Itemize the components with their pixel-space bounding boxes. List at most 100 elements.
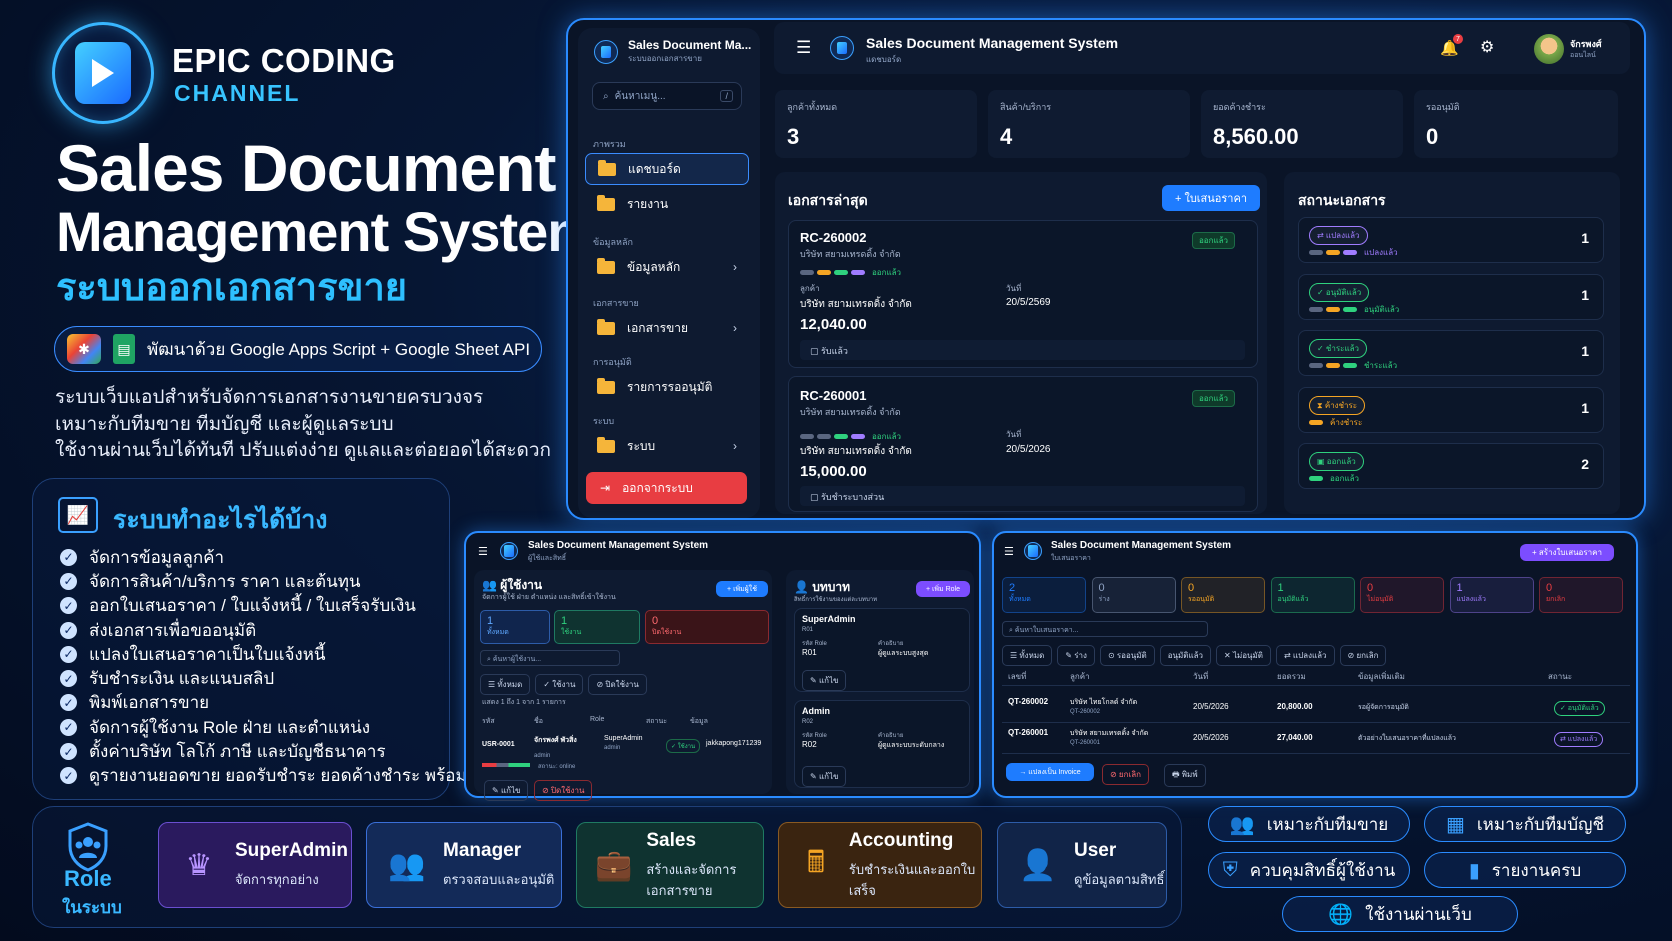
bar-chart-icon: ▮ [1468,859,1480,882]
table-row[interactable]: QT-260002 QT-260002 บริษัท ไทยโกลด์ จำกัด 2… [1002,693,1630,723]
role-desc: ผู้ดูแลระบบสูงสุด [878,650,929,657]
logout-button[interactable]: ⇥ ออกจากระบบ [586,472,747,504]
users-total-box: 1 ทั้งหมด [480,610,550,644]
doc-status-title: สถานะเอกสาร [1298,192,1386,208]
sidebar-item-master[interactable]: ข้อมูลหลัก › [585,251,749,283]
quotation-count-box[interactable]: 0 รออนุมัติ [1181,577,1265,613]
sidebar-item-report[interactable]: รายงาน [585,188,749,220]
folder-icon [598,159,616,176]
sidebar-item-system[interactable]: ระบบ › [585,430,749,462]
status-row[interactable]: ▣ ออกแล้ว ออกแล้ว 2 [1298,443,1604,489]
status-row[interactable]: ⧗ ค้างชำระ ค้างชำระ 1 [1298,386,1604,433]
sidebar-item-approve[interactable]: รายการรออนุมัติ [585,371,749,403]
add-quotation-button[interactable]: + ใบเสนอราคา [1162,185,1260,211]
status-badge: ⇄ แปลงแล้ว [1554,732,1604,747]
edit-user-button[interactable]: ✎ แก้ไข [484,780,529,801]
quotation-count-box[interactable]: 0 ไม่อนุมัติ [1360,577,1444,613]
cell-info: รอผู้จัดการอนุมัติ [1358,704,1409,711]
quotation-count-box[interactable]: 1 อนุมัติแล้ว [1270,577,1355,613]
check-icon: ✓ [60,572,77,590]
roles-desc: สิทธิ์การใช้งานของแต่ละบทบาท [794,597,878,603]
check-icon: ✓ [60,767,77,785]
tech-text: พัฒนาด้วย Google Apps Script + Google Sh… [147,339,531,359]
quotation-count-box[interactable]: 1 แปลงแล้ว [1449,577,1534,613]
edit-role-button[interactable]: ✎ แก้ไข [802,766,847,787]
status-row[interactable]: ⇄ แปลงแล้ว แปลงแล้ว 1 [1298,217,1604,263]
hero-title-line1: Sales Document [56,131,556,205]
table-row[interactable]: QT-260001 QT-260001 บริษัท สยามเทรดดิ้ง จำ… [1002,724,1630,754]
print-button[interactable]: 🖶 พิมพ์ [1164,764,1206,787]
filter-active[interactable]: ✓ ใช้งาน [535,674,584,695]
feature-item: ✓ รับชำระเงิน และแนบสลิป [60,666,508,690]
cell-sub: QT-260002 [1070,709,1101,715]
edit-role-button[interactable]: ✎ แก้ไข [802,670,847,691]
search-icon: ⌕ [603,90,609,102]
sidebar-item-dashboard[interactable]: แดชบอร์ด [585,153,749,185]
quotations-table-header: เลขที่ ลูกค้า วันที่ ยอดรวม ข้อมูลเพิ่มเติมส… [1002,668,1630,686]
quotation-count-box[interactable]: 2 ทั้งหมด [1002,577,1086,613]
box-count: 2 [1009,582,1016,594]
status-count: 1 [1581,230,1589,246]
users-table-header: รหัส ชื่อ Role สถานะ ข้อมูล [482,716,708,725]
feature-item: ✓ แปลงใบเสนอราคาเป็นใบแจ้งหนี้ [60,642,508,666]
pill-sales-team: 👥 เหมาะกับทีมขาย [1208,806,1410,842]
status-row[interactable]: ✓ ชำระแล้ว ชำระแล้ว 1 [1298,330,1604,376]
role-card-sales: 💼 Sales สร้างและจัดการเอกสารขาย [576,822,764,908]
stat-card-outstanding: ยอดค้างชำระ 8,560.00 [1201,90,1403,158]
role-name: Admin [802,706,830,716]
filter-chip[interactable]: ⇄ แปลงแล้ว [1276,645,1335,666]
add-role-button[interactable]: + เพิ่ม Role [916,581,970,597]
quotation-count-box[interactable]: 0 ยกเลิก [1539,577,1623,613]
apps-script-icon: ✱ [67,334,101,364]
user-search-input[interactable]: ⌕ ค้นหาผู้ใช้งาน... [480,650,620,666]
status-sub: ออกแล้ว [1330,474,1360,483]
convert-invoice-button[interactable]: → แปลงเป็น Invoice [1006,763,1094,781]
avatar[interactable] [1534,34,1564,64]
filter-chip[interactable]: ☰ ทั้งหมด [1002,645,1053,666]
check-icon: ✓ [60,548,77,566]
menu-icon[interactable]: ☰ [796,38,811,58]
users-desc: จัดการผู้ใช้ ฝ่าย ตำแหน่ง และสิทธิ์เข้าใ… [482,594,616,601]
box-label: รออนุมัติ [1188,596,1215,603]
cell-date: 20/5/2026 [1193,733,1229,742]
menu-icon[interactable]: ☰ [1004,545,1014,558]
cell-sub: QT-260001 [1070,740,1101,746]
filter-chip[interactable]: ⊙ รออนุมัติ [1099,645,1155,666]
status-row[interactable]: ✓ อนุมัติแล้ว อนุมัติแล้ว 1 [1298,273,1604,320]
filter-chip[interactable]: ✎ ร่าง [1057,645,1095,666]
filter-chip[interactable]: ⊘ ยกเลิก [1339,645,1387,666]
quotation-count-box[interactable]: 0 ร่าง [1091,577,1176,613]
channel-logo [52,22,154,124]
sidebar-search-input[interactable]: ⌕ ค้นหาเมนู... / [592,82,742,110]
filter-all[interactable]: ☰ ทั้งหมด [480,674,531,695]
gear-icon[interactable]: ⚙ [1480,37,1494,57]
quotation-search-input[interactable]: ⌕ ค้นหาใบเสนอราคา... [1002,621,1208,637]
role-desc: ดูข้อมูลตามสิทธิ์ [1074,872,1165,887]
box-count: 0 [1367,582,1374,594]
role-desc-label: คำอธิบาย [878,641,904,647]
doc-note: ▢ รับแล้ว [800,340,1245,360]
team-icon: 👥 [1229,813,1255,836]
check-icon: ✓ [60,718,77,736]
sidebar-item-docs[interactable]: เอกสารขาย › [585,312,749,344]
folder-icon [597,194,615,211]
cancel-quotation-button[interactable]: ⊘ ยกเลิก [1102,764,1149,785]
status-sub: ชำระแล้ว [1364,361,1398,370]
cell-total: 27,040.00 [1277,733,1313,742]
sidebar-section-label: เอกสารขาย [593,298,639,308]
status-badge: ออกแล้ว [1192,232,1236,249]
status-badge: ⇄ แปลงแล้ว [1309,226,1368,245]
table-row[interactable]: USR-0001 จักรพงศ์ พัวสิ่ง admin SuperAdm… [482,735,766,775]
desc-line: เหมาะกับทีมขาย ทีมบัญชี และผู้ดูแลระบบ [55,413,394,435]
disable-user-button[interactable]: ⊘ ปิดใช้งาน [534,780,593,801]
menu-icon[interactable]: ☰ [478,545,488,558]
progress-flow: ออกแล้ว [800,430,901,443]
shield-icon: ⛨ [1222,858,1238,881]
filter-chip[interactable]: อนุมัติแล้ว [1159,645,1212,666]
add-user-button[interactable]: + เพิ่มผู้ใช้ [716,581,768,597]
globe-icon: 🌐 [1328,903,1354,926]
filter-disabled[interactable]: ⊘ ปิดใช้งาน [588,674,647,695]
filter-chip[interactable]: ✕ ไม่อนุมัติ [1216,645,1271,666]
create-quotation-button[interactable]: + สร้างใบเสนอราคา [1520,544,1614,561]
status-badge: ⧗ ค้างชำระ [1309,395,1366,415]
